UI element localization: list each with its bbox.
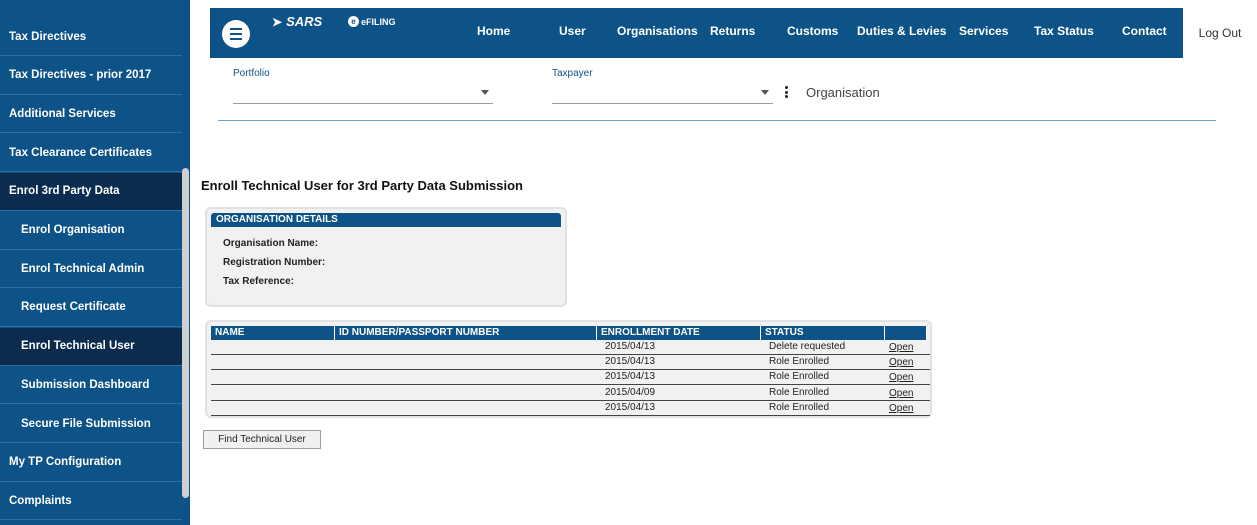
chevron-down-icon [761,90,769,95]
sidebar-scrollbar[interactable] [182,168,189,498]
sidebar-item[interactable]: Secure File Submission [0,405,182,443]
table-row: 2015/04/13 Role Enrolled Open [211,355,930,371]
sidebar-item[interactable]: Enrol 3rd Party Data [0,172,182,211]
chevron-down-icon [481,90,489,95]
efiling-logo: e eFILING [348,16,396,27]
sidebar-item[interactable]: Enrol Technical User [0,327,182,366]
taxpayer-select[interactable] [552,82,773,104]
logo-text: SARS [286,14,323,29]
technical-users-table: NAME ID NUMBER/PASSPORT NUMBER ENROLLMEN… [205,320,932,418]
open-link[interactable]: Open [889,355,913,370]
cell-enrollment-date: 2015/04/13 [605,341,656,352]
organisation-name-label: Organisation Name: [223,238,319,249]
sidebar-item[interactable]: Enrol Organisation [0,212,182,250]
nav-contact[interactable]: Contact [1122,24,1167,38]
sars-logo[interactable]: ➤ SARS [272,14,322,29]
column-header-id-number: ID NUMBER/PASSPORT NUMBER [335,326,597,340]
sidebar-item[interactable]: Tax Directives - prior 2017 [0,57,182,95]
filter-divider [218,120,1216,121]
organisation-label: Organisation [806,85,880,100]
column-header-enrollment-date: ENROLLMENT DATE [597,326,761,340]
hamburger-menu-button[interactable] [222,20,250,48]
logout-button[interactable]: Log Out [1183,8,1257,58]
menu-line-icon [230,38,242,40]
sidebar-item[interactable]: My TP Configuration [0,444,182,482]
tax-reference-label: Tax Reference: [223,276,294,287]
cell-status: Role Enrolled [769,386,830,398]
cell-status: Delete requested [769,341,846,352]
sidebar-item[interactable]: Complaints [0,482,182,521]
registration-number-label: Registration Number: [223,257,326,268]
organisation-details-card: ORGANISATION DETAILS Organisation Name: … [205,207,567,307]
cell-status: Role Enrolled [769,356,830,368]
sars-chevron-icon: ➤ [272,14,283,29]
cell-enrollment-date: 2015/04/13 [605,356,656,368]
cell-enrollment-date: 2015/04/09 [605,386,656,398]
sidebar-item[interactable]: Tax Clearance Certificates [0,134,182,173]
table-row: 2015/04/13 Role Enrolled Open [211,370,930,386]
nav-tax-status[interactable]: Tax Status [1034,24,1094,38]
taxpayer-label: Taxpayer [552,68,593,79]
column-header-status: STATUS [761,326,885,340]
sidebar-item[interactable]: Enrol Technical Admin [0,250,182,289]
open-link[interactable]: Open [889,340,913,355]
table-row: 2015/04/13 Role Enrolled Open [211,401,930,416]
find-technical-user-button[interactable]: Find Technical User [203,430,321,449]
cell-enrollment-date: 2015/04/13 [605,401,656,413]
open-link[interactable]: Open [889,401,913,416]
open-link[interactable]: Open [889,370,913,385]
cell-status: Role Enrolled [769,401,830,413]
nav-customs[interactable]: Customs [787,24,838,38]
cell-status: Role Enrolled [769,371,830,383]
portfolio-select[interactable] [233,82,493,104]
nav-returns[interactable]: Returns [710,24,755,38]
sidebar-item[interactable]: Tax Directives [0,18,182,56]
efiling-text: eFILING [361,16,396,27]
nav-user[interactable]: User [559,24,586,38]
app-root: Tax Directives Tax Directives - prior 201… [0,0,1257,525]
more-options-icon[interactable] [785,86,788,98]
page-title: Enroll Technical User for 3rd Party Data… [201,178,523,193]
sidebar-item[interactable]: Request Certificate [0,289,182,327]
sidebar-item[interactable]: Submission Dashboard [0,366,182,405]
menu-line-icon [230,33,242,35]
table-row: 2015/04/13 Delete requested Open [211,340,930,355]
column-header-name: NAME [211,326,335,340]
nav-home[interactable]: Home [477,24,510,38]
efiling-e-icon: e [348,16,359,27]
open-link[interactable]: Open [889,386,913,401]
sidebar: Tax Directives Tax Directives - prior 201… [0,0,190,525]
menu-line-icon [230,28,242,30]
cell-enrollment-date: 2015/04/13 [605,371,656,383]
portfolio-label: Portfolio [233,68,270,79]
table-row: 2015/04/09 Role Enrolled Open [211,386,930,401]
column-header-action [885,326,927,340]
nav-duties-levies[interactable]: Duties & Levies [857,24,946,38]
organisation-details-heading: ORGANISATION DETAILS [211,213,561,227]
nav-services[interactable]: Services [959,24,1008,38]
sidebar-item[interactable]: Additional Services [0,95,182,134]
nav-organisations[interactable]: Organisations [617,24,698,38]
